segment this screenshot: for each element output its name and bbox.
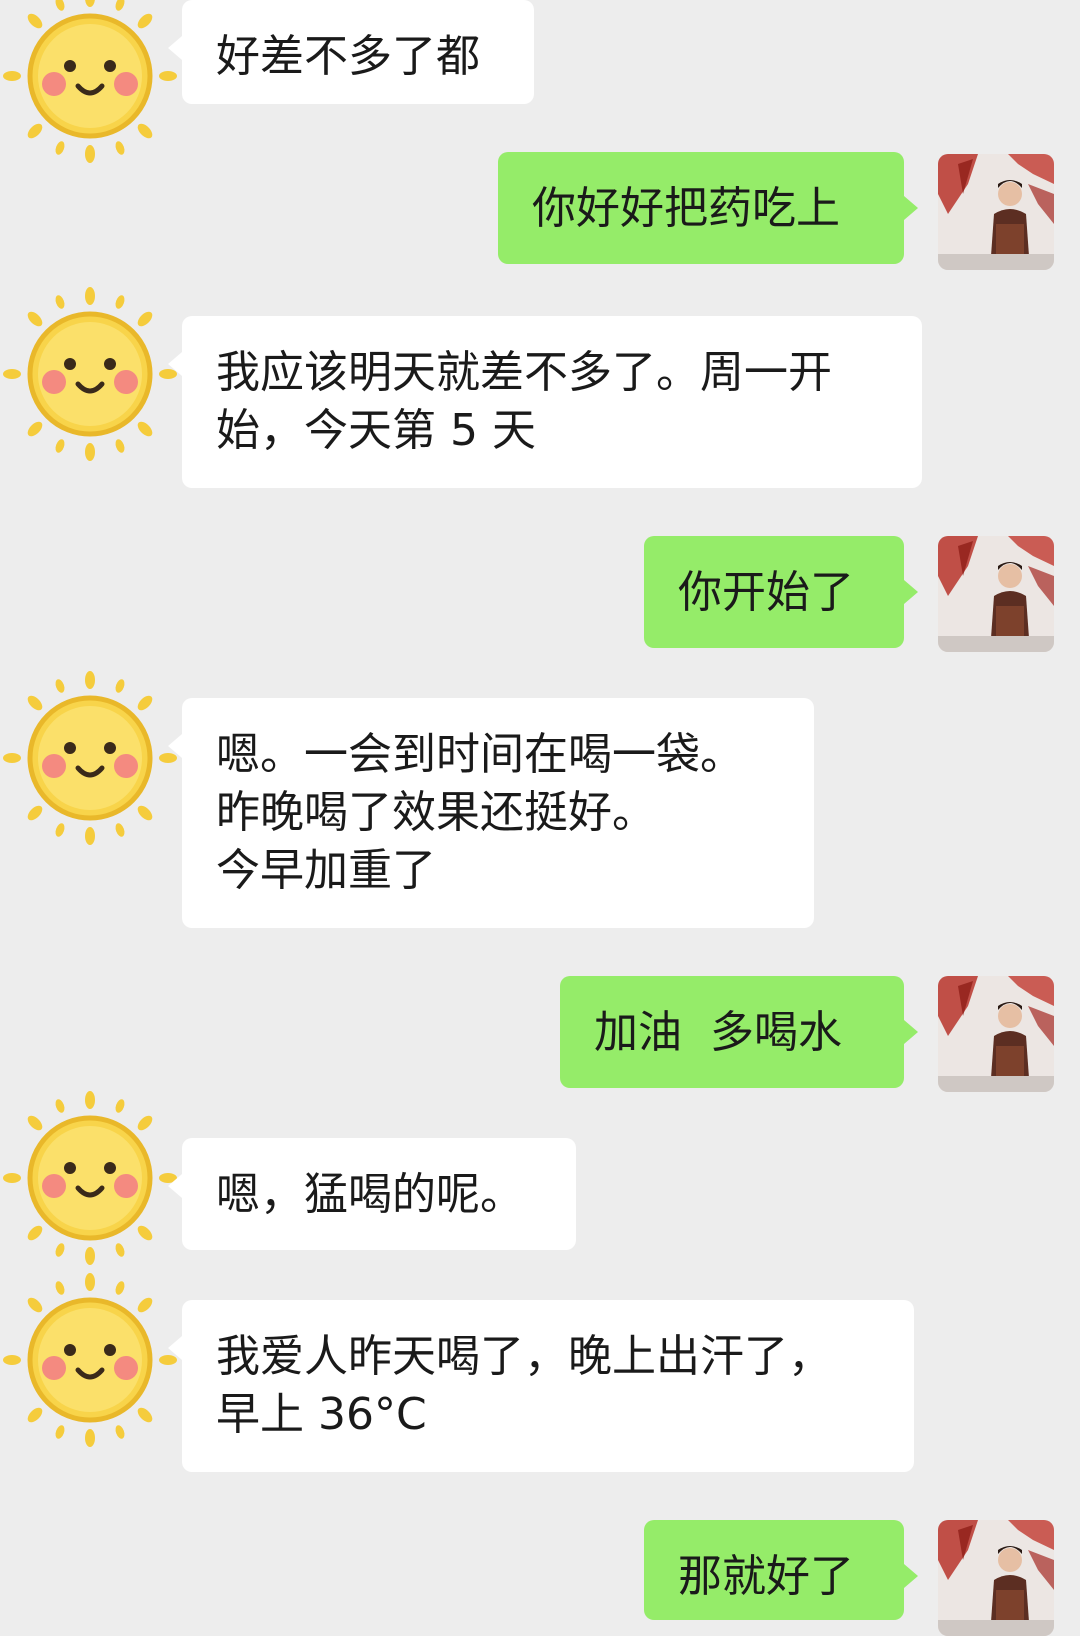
sun-emoji-avatar[interactable] <box>0 668 180 848</box>
incoming-message-bubble[interactable]: 我爱人昨天喝了，晚上出汗了， 早上 36°C <box>168 1300 914 1472</box>
user-photo-icon <box>938 1520 1054 1636</box>
user-photo-icon <box>938 154 1054 270</box>
user-photo-avatar[interactable] <box>938 154 1054 270</box>
outgoing-message-bubble[interactable]: 你好好把药吃上 <box>498 152 918 264</box>
sun-emoji-icon <box>0 1088 180 1268</box>
incoming-message-bubble[interactable]: 我应该明天就差不多了。周一开 始，今天第 5 天 <box>168 316 922 488</box>
sun-emoji-avatar[interactable] <box>0 0 180 166</box>
user-photo-avatar[interactable] <box>938 1520 1054 1636</box>
sun-emoji-icon <box>0 284 180 464</box>
outgoing-message-bubble[interactable]: 那就好了 <box>644 1520 918 1620</box>
sun-emoji-avatar[interactable] <box>0 1270 180 1450</box>
user-photo-icon <box>938 976 1054 1092</box>
outgoing-message-bubble[interactable]: 你开始了 <box>644 536 918 648</box>
sun-emoji-icon <box>0 0 180 166</box>
user-photo-icon <box>938 536 1054 652</box>
user-photo-avatar[interactable] <box>938 536 1054 652</box>
user-photo-avatar[interactable] <box>938 976 1054 1092</box>
sun-emoji-avatar[interactable] <box>0 1088 180 1268</box>
incoming-message-bubble[interactable]: 嗯，猛喝的呢。 <box>168 1138 576 1250</box>
sun-emoji-icon <box>0 1270 180 1450</box>
sun-emoji-avatar[interactable] <box>0 284 180 464</box>
incoming-message-bubble[interactable]: 嗯。一会到时间在喝一袋。 昨晚喝了效果还挺好。 今早加重了 <box>168 698 814 928</box>
incoming-message-bubble[interactable]: 好差不多了都 <box>168 0 534 104</box>
sun-emoji-icon <box>0 668 180 848</box>
outgoing-message-bubble[interactable]: 加油 多喝水 <box>560 976 918 1088</box>
